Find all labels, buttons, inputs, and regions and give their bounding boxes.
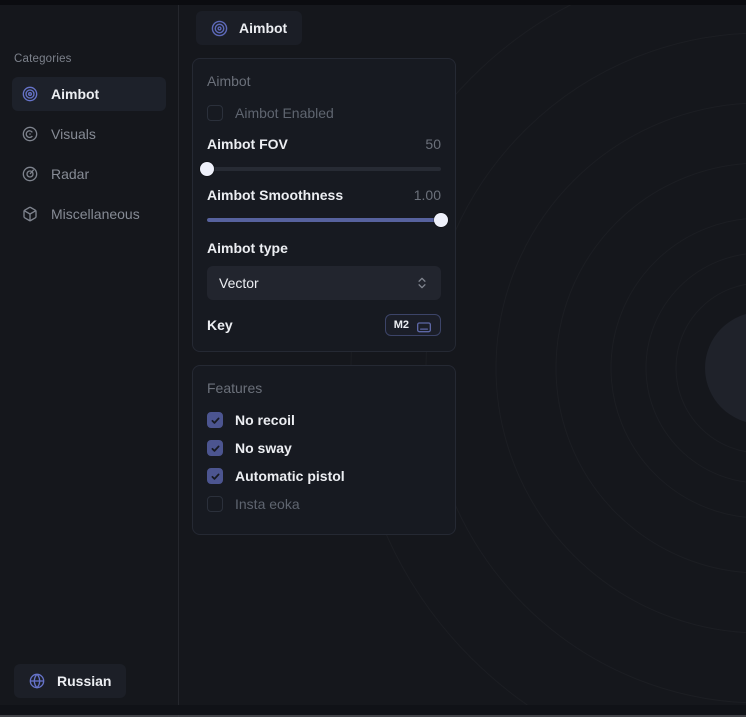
aimbot-type-select[interactable]: Vector <box>207 266 441 300</box>
eye-icon <box>22 126 38 142</box>
check-icon <box>210 471 221 482</box>
smoothness-row: Aimbot Smoothness 1.00 <box>207 187 441 203</box>
feature-row-no-sway[interactable]: No sway <box>207 436 441 460</box>
target-icon <box>22 86 38 102</box>
keybind-value: M2 <box>394 319 409 331</box>
keybind-button[interactable]: M2 <box>385 314 441 336</box>
sidebar-item-label: Aimbot <box>51 86 99 102</box>
sidebar-item-aimbot[interactable]: Aimbot <box>12 77 166 111</box>
smoothness-label: Aimbot Smoothness <box>207 187 343 203</box>
feature-label: Insta eoka <box>235 496 300 512</box>
keyboard-icon <box>416 319 432 332</box>
key-row: Key M2 <box>207 313 441 337</box>
tab-aimbot[interactable]: Aimbot <box>196 11 302 45</box>
target-icon <box>211 20 228 37</box>
aimbot-enabled-row[interactable]: Aimbot Enabled <box>207 101 441 125</box>
fov-value: 50 <box>425 136 441 152</box>
slider-fill <box>207 218 441 222</box>
box-icon <box>22 206 38 222</box>
sidebar-item-label: Visuals <box>51 126 96 142</box>
sidebar-item-visuals[interactable]: Visuals <box>12 117 166 151</box>
smoothness-slider[interactable] <box>207 213 441 227</box>
automatic-pistol-checkbox[interactable] <box>207 468 223 484</box>
language-button-label: Russian <box>57 673 111 689</box>
key-label: Key <box>207 317 233 333</box>
check-icon <box>210 443 221 454</box>
aimbot-type-label: Aimbot type <box>207 240 441 256</box>
category-nav: Aimbot Visuals Radar Miscellaneous <box>0 77 178 231</box>
radar-icon <box>22 166 38 182</box>
bottom-edge-strip <box>0 705 746 715</box>
no-sway-checkbox[interactable] <box>207 440 223 456</box>
language-button[interactable]: Russian <box>14 664 126 698</box>
tab-label: Aimbot <box>239 20 287 36</box>
check-icon <box>210 415 221 426</box>
aimbot-panel: Aimbot Aimbot Enabled Aimbot FOV 50 Aimb… <box>192 58 456 352</box>
globe-icon <box>29 673 45 689</box>
feature-row-automatic-pistol[interactable]: Automatic pistol <box>207 464 441 488</box>
aimbot-enabled-checkbox[interactable] <box>207 105 223 121</box>
sidebar-item-label: Radar <box>51 166 89 182</box>
fov-slider[interactable] <box>207 162 441 176</box>
slider-thumb[interactable] <box>200 162 214 176</box>
panel-title: Features <box>207 380 441 396</box>
top-edge-strip <box>0 0 746 5</box>
fov-row: Aimbot FOV 50 <box>207 136 441 152</box>
no-recoil-checkbox[interactable] <box>207 412 223 428</box>
insta-eoka-checkbox[interactable] <box>207 496 223 512</box>
features-panel: Features No recoil No sway Automatic pis… <box>192 365 456 535</box>
feature-row-insta-eoka[interactable]: Insta eoka <box>207 492 441 516</box>
smoothness-value: 1.00 <box>414 187 441 203</box>
categories-section-label: Categories <box>14 53 178 65</box>
aimbot-enabled-label: Aimbot Enabled <box>235 105 334 121</box>
feature-row-no-recoil[interactable]: No recoil <box>207 408 441 432</box>
sidebar-item-miscellaneous[interactable]: Miscellaneous <box>12 197 166 231</box>
feature-label: No recoil <box>235 412 295 428</box>
main-content: Aimbot Aimbot Aimbot Enabled Aimbot FOV … <box>192 0 456 535</box>
aimbot-type-value: Vector <box>219 275 259 291</box>
sidebar-item-radar[interactable]: Radar <box>12 157 166 191</box>
chevron-up-down-icon <box>415 276 429 290</box>
sidebar: Categories Aimbot Visuals Radar Miscella… <box>0 0 179 717</box>
sidebar-item-label: Miscellaneous <box>51 206 140 222</box>
feature-label: No sway <box>235 440 292 456</box>
feature-label: Automatic pistol <box>235 468 345 484</box>
panel-title: Aimbot <box>207 73 441 89</box>
slider-thumb[interactable] <box>434 213 448 227</box>
fov-label: Aimbot FOV <box>207 136 288 152</box>
slider-track <box>207 167 441 171</box>
slider-track <box>207 218 441 222</box>
